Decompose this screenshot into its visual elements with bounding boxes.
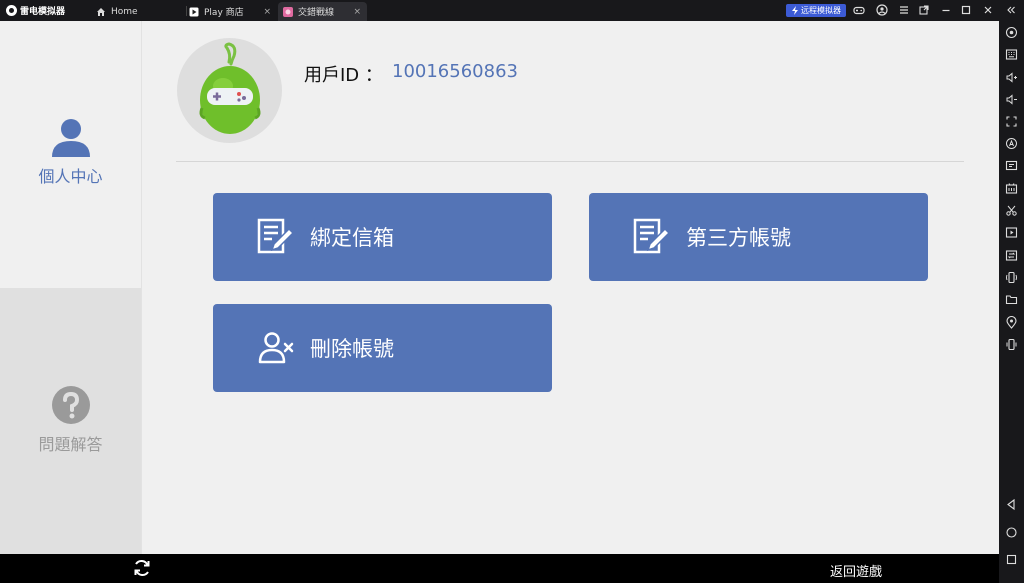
logo-icon: [6, 5, 17, 16]
mascot-icon: [199, 42, 261, 134]
nav-item-personal-center[interactable]: 個人中心: [0, 21, 141, 288]
tab-game[interactable]: 交錯戰線 ×: [278, 2, 367, 21]
user-id-label: 用戶ID ：: [304, 65, 383, 86]
location-icon[interactable]: [1005, 315, 1018, 329]
delete-account-button[interactable]: 刪除帳號: [213, 304, 552, 392]
volume-down-icon[interactable]: [1005, 93, 1018, 106]
third-party-label: 第三方帳號: [686, 226, 791, 250]
recent-apps-icon[interactable]: [1005, 553, 1018, 566]
keyboard-icon[interactable]: [1005, 48, 1018, 61]
maximize-icon[interactable]: [960, 4, 972, 16]
play-store-icon: [189, 7, 199, 17]
screenshot-icon[interactable]: [1005, 115, 1018, 128]
user-icon: [51, 119, 90, 157]
rotate-icon[interactable]: [1005, 271, 1018, 284]
tab-close-icon[interactable]: ×: [263, 7, 271, 17]
nav-label: 個人中心: [38, 167, 103, 186]
app-name: 雷电模拟器: [20, 7, 66, 17]
close-icon[interactable]: [982, 4, 994, 16]
edit-document-icon: [632, 217, 672, 257]
tab-label: Home: [111, 6, 138, 17]
record-icon[interactable]: [1005, 26, 1018, 39]
home-nav-icon[interactable]: [1005, 526, 1018, 539]
emulator-toolbar: [999, 21, 1024, 583]
multi-instance-icon[interactable]: [1005, 182, 1018, 195]
tab-label: Play 商店: [204, 8, 244, 18]
edit-document-icon: [256, 217, 296, 257]
account-panel: 個人中心 問題解答 用戶ID ： 10016560863 綁定信箱 第三方帳號 …: [0, 21, 999, 554]
volume-up-icon[interactable]: [1005, 71, 1018, 84]
auto-click-icon[interactable]: [1005, 137, 1018, 150]
back-icon[interactable]: [1005, 498, 1018, 511]
folder-icon[interactable]: [1005, 293, 1018, 306]
video-record-icon[interactable]: [1005, 226, 1018, 239]
bind-email-label: 綁定信箱: [310, 226, 394, 250]
lightning-icon: [792, 6, 798, 15]
user-remove-icon: [256, 328, 296, 368]
third-party-account-button[interactable]: 第三方帳號: [589, 193, 928, 281]
apk-install-icon[interactable]: [1005, 159, 1018, 172]
nav-label: 問題解答: [38, 435, 103, 454]
shake-icon[interactable]: [1005, 338, 1018, 351]
bottom-bar: 返回遊戲: [0, 554, 999, 583]
divider: [176, 161, 964, 162]
app-logo: 雷电模拟器: [6, 4, 65, 17]
home-icon: [96, 7, 106, 17]
game-tab-icon: [283, 6, 293, 17]
remote-button-label: 远程模拟器: [801, 6, 841, 15]
tab-home[interactable]: Home: [96, 2, 186, 21]
scissors-icon[interactable]: [1005, 204, 1018, 217]
tab-close-icon[interactable]: ×: [353, 7, 361, 17]
menu-icon[interactable]: [898, 4, 910, 16]
collapse-sidebar-icon[interactable]: [1005, 4, 1017, 16]
user-id-value: 10016560863: [392, 61, 518, 82]
popout-icon[interactable]: [918, 4, 930, 16]
sync-icon[interactable]: [1005, 249, 1018, 262]
question-icon: [51, 386, 90, 424]
tab-play-store[interactable]: Play 商店 ×: [189, 2, 277, 21]
nav-item-faq[interactable]: 問題解答: [0, 288, 141, 554]
refresh-icon[interactable]: [132, 558, 152, 578]
bind-email-button[interactable]: 綁定信箱: [213, 193, 552, 281]
minimize-icon[interactable]: [940, 4, 952, 16]
gamepad-icon[interactable]: [853, 4, 865, 16]
back-to-game-button[interactable]: 返回遊戲: [830, 561, 882, 580]
remote-emulator-button[interactable]: 远程模拟器: [786, 4, 846, 17]
tab-label: 交錯戰線: [298, 8, 335, 18]
account-icon[interactable]: [876, 4, 888, 16]
title-bar: 雷电模拟器 Home Play 商店 × 交錯戰線 × 远程模拟器: [0, 0, 1024, 21]
left-nav: 個人中心 問題解答: [0, 21, 142, 554]
avatar: [177, 38, 282, 143]
delete-account-label: 刪除帳號: [310, 337, 394, 361]
